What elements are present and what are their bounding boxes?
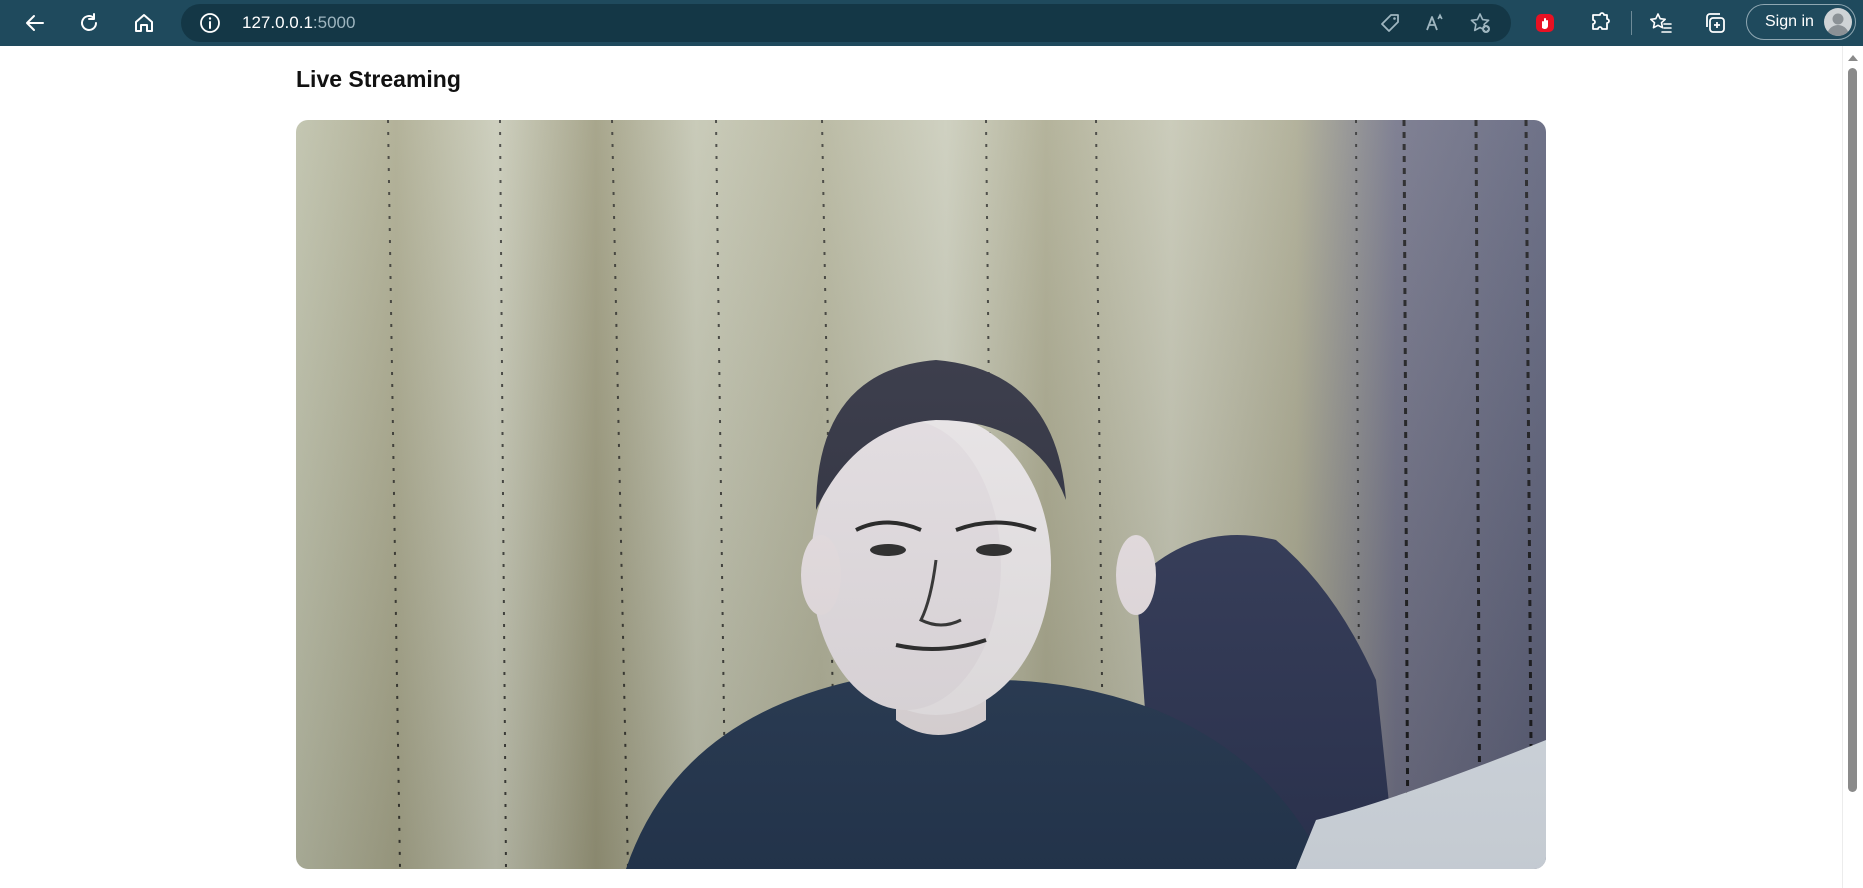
url-host: 127.0.0.1 bbox=[242, 13, 313, 32]
refresh-icon bbox=[81, 13, 97, 31]
url-port: :5000 bbox=[312, 13, 356, 32]
collections-button[interactable] bbox=[1697, 5, 1733, 41]
collections-icon bbox=[1706, 13, 1725, 33]
page-title: Live Streaming bbox=[296, 66, 461, 92]
sign-in-button[interactable]: Sign in bbox=[1746, 4, 1856, 40]
tag-icon bbox=[1381, 14, 1399, 32]
add-favorite-icon bbox=[1470, 13, 1490, 33]
address-bar[interactable]: 127.0.0.1:5000 bbox=[181, 4, 1511, 42]
toolbar-divider bbox=[1631, 11, 1632, 35]
back-button[interactable] bbox=[17, 5, 53, 41]
extension-red-icon bbox=[1536, 14, 1554, 32]
favorites-icon bbox=[1650, 13, 1672, 33]
extensions-icon bbox=[1592, 12, 1610, 30]
back-icon bbox=[26, 15, 44, 31]
browser-toolbar: 127.0.0.1:5000 Sign in bbox=[0, 0, 1863, 46]
extensions-button[interactable] bbox=[1582, 5, 1618, 41]
url-text[interactable]: 127.0.0.1:5000 bbox=[242, 4, 355, 42]
live-video-stream bbox=[296, 120, 1546, 869]
read-aloud-button[interactable] bbox=[1424, 12, 1446, 34]
scroll-up-button[interactable] bbox=[1843, 50, 1863, 64]
favorites-button[interactable] bbox=[1643, 5, 1679, 41]
read-aloud-icon bbox=[1426, 13, 1443, 31]
scroll-thumb[interactable] bbox=[1848, 68, 1857, 792]
home-button[interactable] bbox=[126, 5, 162, 41]
site-info-button[interactable] bbox=[199, 12, 221, 34]
tag-button[interactable] bbox=[1379, 12, 1401, 34]
profile-avatar-icon bbox=[1824, 8, 1852, 36]
home-icon bbox=[135, 14, 153, 32]
refresh-button[interactable] bbox=[71, 5, 107, 41]
scroll-up-icon bbox=[1848, 55, 1858, 61]
sign-in-label: Sign in bbox=[1765, 13, 1814, 30]
add-favorite-button[interactable] bbox=[1469, 12, 1491, 34]
extension-red-button[interactable] bbox=[1527, 5, 1563, 41]
info-icon bbox=[200, 13, 220, 33]
vertical-scrollbar[interactable] bbox=[1842, 46, 1863, 888]
